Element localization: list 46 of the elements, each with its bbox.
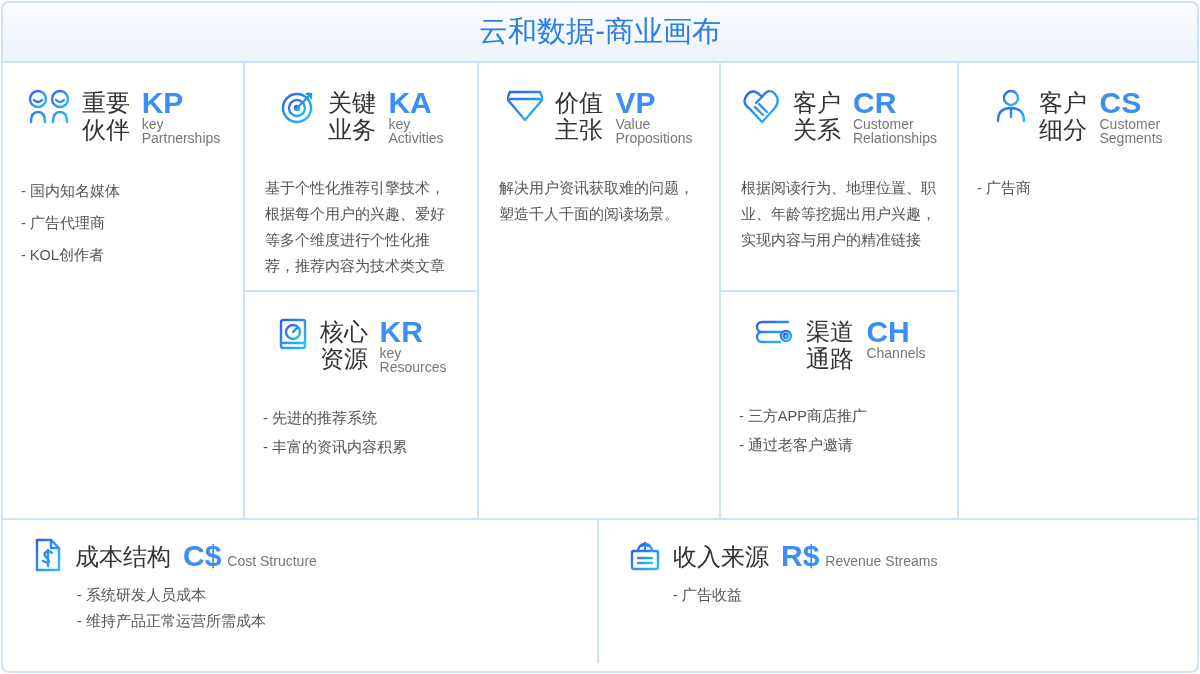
section-subtitle: Revenue Streams xyxy=(825,554,938,568)
document-dollar-icon xyxy=(33,538,63,574)
description-text: 基于个性化推荐引擎技术，根据每个用户的兴趣、爱好等多个维度进行个性化推荐，推荐内容为技术类文章 xyxy=(265,179,446,276)
section-subtitle: Cost Structure xyxy=(227,554,317,568)
section-subtitle: Customer Relationships xyxy=(852,117,937,145)
list-item: - 广告代理商 xyxy=(20,214,106,233)
section-title: 收入来源 xyxy=(673,542,769,570)
section-code: C$ xyxy=(183,542,222,570)
list-item: - KOL创作者 xyxy=(20,246,105,265)
section-title: 客户关系 xyxy=(792,89,841,143)
list-item: - 三方APP商店推广 xyxy=(738,407,868,426)
list-item: - 系统研发人员成本 xyxy=(77,586,207,605)
section-code: R$ xyxy=(781,542,820,570)
section-code: KR xyxy=(379,318,424,346)
description-text: 根据阅读行为、地理位置、职业、年龄等挖掘出用户兴趣，实现内容与用户的精准链接 xyxy=(741,179,937,250)
list-item: - 丰富的资讯内容积累 xyxy=(262,438,408,457)
section-subtitle: Customer Segments xyxy=(1099,117,1163,145)
section-title: 客户细分 xyxy=(1039,89,1088,143)
list-item: - 维持产品正常运营所需成本 xyxy=(77,612,267,631)
section-title: 渠道通路 xyxy=(806,318,855,372)
section-subtitle: Channels xyxy=(866,346,926,360)
description-text: 解决用户资讯获取难的问题，塑造千人千面的阅读场景。 xyxy=(499,179,695,224)
section-code: KP xyxy=(141,89,185,117)
section-code: KA xyxy=(388,89,433,117)
list-item: - 通过老客户邀请 xyxy=(738,436,854,455)
list-item: - 国内知名媒体 xyxy=(20,182,121,201)
section-title: 成本结构 xyxy=(75,542,171,570)
section-title: 关键业务 xyxy=(328,89,377,143)
section-title: 核心资源 xyxy=(319,318,368,372)
section-subtitle: key Resources xyxy=(379,346,447,374)
person-icon xyxy=(995,89,1028,125)
section-subtitle: Value Propositions xyxy=(615,117,693,145)
handshake-icon xyxy=(742,89,781,125)
section-subtitle: key Partnerships xyxy=(141,117,221,145)
section-code: CR xyxy=(852,89,898,117)
people-icon xyxy=(27,89,70,125)
section-title: 重要伙伴 xyxy=(81,89,130,143)
canvas-title: 云和数据-商业画布 xyxy=(479,14,721,49)
list-item: - 先进的推荐系统 xyxy=(262,409,378,428)
section-code: CS xyxy=(1099,89,1143,117)
section-subtitle: key Activities xyxy=(388,117,444,145)
list-item: - 广告收益 xyxy=(673,586,743,605)
section-code: CH xyxy=(866,318,910,346)
section-title: 价值主张 xyxy=(555,89,604,143)
list-item: - 广告商 xyxy=(976,179,1032,198)
section-code: VP xyxy=(615,89,657,117)
